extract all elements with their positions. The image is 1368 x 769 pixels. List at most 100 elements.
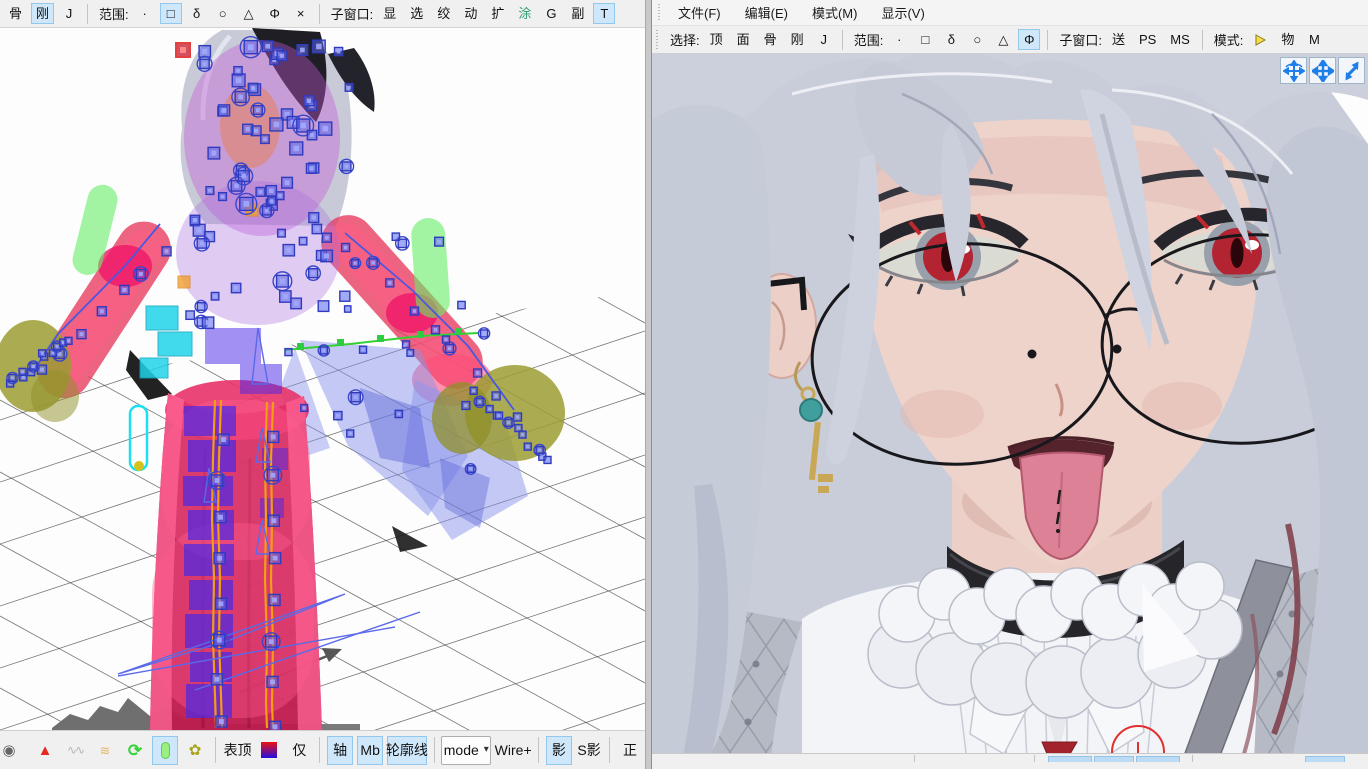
- subwindow-label: 子窗口:: [1059, 30, 1102, 49]
- selected-rigid-body[interactable]: [176, 43, 190, 57]
- select-joint-button[interactable]: J: [813, 29, 835, 50]
- subwindow-send-button[interactable]: 送: [1107, 29, 1130, 50]
- menu-mode[interactable]: 模式(M): [800, 0, 870, 25]
- m-button[interactable]: M: [1303, 29, 1325, 50]
- select-vertex-button[interactable]: 顶: [705, 29, 728, 50]
- subwindow-paint-button[interactable]: 涂: [513, 3, 536, 24]
- partial-button[interactable]: [1048, 756, 1092, 762]
- render-3d-viewport[interactable]: [652, 54, 1368, 761]
- partial-button[interactable]: [1094, 756, 1134, 762]
- range-triangle-button[interactable]: △: [238, 3, 260, 24]
- play-icon: [1253, 33, 1267, 47]
- gradient-square-icon: [261, 742, 277, 758]
- range-triangle-button[interactable]: △: [992, 29, 1014, 50]
- range-circle-button[interactable]: ○: [212, 3, 234, 24]
- select-label: 选择:: [670, 30, 700, 49]
- capsule-icon: [161, 742, 170, 759]
- weight-gradient-button[interactable]: [256, 736, 282, 765]
- divider: [434, 737, 435, 763]
- left-top-toolbar: 骨 刚 J 范围: · □ δ ○ △ Φ × 子窗口: 显 选 绞 动 扩 涂…: [0, 0, 645, 28]
- toolbar-grip[interactable]: [656, 30, 660, 49]
- mode-dropdown[interactable]: mode▾: [441, 736, 491, 765]
- subwindow-g-button[interactable]: G: [540, 3, 562, 24]
- refresh-icon[interactable]: ⟳: [122, 736, 148, 765]
- divider: [319, 737, 320, 763]
- range-circle-button[interactable]: ○: [966, 29, 988, 50]
- divider: [87, 4, 88, 24]
- range-point-button[interactable]: ·: [134, 3, 156, 24]
- select-rigid-button[interactable]: 刚: [31, 3, 54, 24]
- subwindow-t-button[interactable]: T: [593, 3, 615, 24]
- wire-plus-button[interactable]: Wire+: [495, 736, 531, 765]
- subwindow-ms-button[interactable]: MS: [1165, 29, 1195, 50]
- pan-view-button[interactable]: [1309, 57, 1336, 84]
- subwindow-display-button[interactable]: 显: [378, 3, 401, 24]
- divider: [842, 30, 843, 50]
- select-bone-button[interactable]: 骨: [759, 29, 782, 50]
- self-shadow-button[interactable]: S影: [576, 736, 602, 765]
- select-face-button[interactable]: 面: [732, 29, 755, 50]
- select-joint-button[interactable]: J: [58, 3, 80, 24]
- hatch-icon[interactable]: ∿∿: [62, 736, 88, 765]
- toolbar-grip[interactable]: [658, 4, 662, 22]
- partial-button[interactable]: [1136, 756, 1180, 762]
- orbit-icon: [1283, 60, 1305, 82]
- subwindow-select-button[interactable]: 选: [405, 3, 428, 24]
- divider: [1047, 30, 1048, 50]
- surface-vertex-button[interactable]: 表顶: [223, 736, 253, 765]
- mb-button[interactable]: Mb: [357, 736, 383, 765]
- range-label: 范围:: [854, 30, 884, 49]
- chevron-down-icon: ▾: [484, 745, 489, 755]
- outline-button[interactable]: 轮廓线: [387, 736, 427, 765]
- range-delta-button[interactable]: δ: [186, 3, 208, 24]
- pmx-editor-screen: 骨 刚 J 范围: · □ δ ○ △ Φ × 子窗口: 显 选 绞 动 扩 涂…: [0, 0, 1368, 769]
- shadow-button[interactable]: 影: [546, 736, 572, 765]
- range-box-button[interactable]: □: [160, 3, 182, 24]
- orbit-view-button[interactable]: [1280, 57, 1307, 84]
- partial-button[interactable]: [1305, 756, 1345, 762]
- subwindow-motion-button[interactable]: 动: [459, 3, 482, 24]
- rig-hatch-icon[interactable]: ≋: [92, 736, 118, 765]
- subwindow-sub-button[interactable]: 副: [566, 3, 589, 24]
- subwindow-label: 子窗口:: [331, 4, 374, 23]
- select-rigid-button[interactable]: 刚: [786, 29, 809, 50]
- divider: [609, 737, 610, 763]
- right-bottom-toolbar-partial: [652, 753, 1368, 761]
- mode-label: 模式:: [1214, 30, 1244, 49]
- play-button[interactable]: [1248, 29, 1272, 50]
- divider: [1202, 30, 1203, 50]
- only-button[interactable]: 仅: [286, 736, 312, 765]
- range-box-button[interactable]: □: [914, 29, 936, 50]
- menu-edit[interactable]: 编辑(E): [733, 0, 800, 25]
- view-window: 文件(F) 编辑(E) 模式(M) 显示(V) 选择: 顶 面 骨 刚 J 范围…: [652, 0, 1368, 769]
- warning-triangle-icon[interactable]: ▲: [32, 736, 58, 765]
- zoom-view-button[interactable]: [1338, 57, 1365, 84]
- divider: [319, 4, 320, 24]
- subwindow-ps-button[interactable]: PS: [1134, 29, 1161, 50]
- zoom-icon: [1341, 60, 1363, 82]
- range-phi-button[interactable]: Φ: [1018, 29, 1040, 50]
- view-nav-buttons: [1280, 57, 1365, 84]
- right-toolbar: 选择: 顶 面 骨 刚 J 范围: · □ δ ○ △ Φ 子窗口: 送 PS …: [652, 25, 1368, 54]
- range-label: 范围:: [99, 4, 129, 23]
- menu-view[interactable]: 显示(V): [869, 0, 936, 25]
- model-overlay-canvas: [0, 28, 645, 730]
- front-view-button[interactable]: 正: [617, 736, 643, 765]
- right-menubar: 文件(F) 编辑(E) 模式(M) 显示(V): [652, 0, 1368, 25]
- range-x-button[interactable]: ×: [290, 3, 312, 24]
- menu-file[interactable]: 文件(F): [666, 0, 733, 25]
- flower-icon[interactable]: ✿: [182, 736, 208, 765]
- physics-button[interactable]: 物: [1276, 29, 1299, 50]
- range-phi-button[interactable]: Φ: [264, 3, 286, 24]
- axis-button[interactable]: 轴: [327, 736, 353, 765]
- subwindow-twist-button[interactable]: 绞: [432, 3, 455, 24]
- record-icon[interactable]: ◉: [2, 736, 28, 765]
- select-bone-button[interactable]: 骨: [4, 3, 27, 24]
- character-model: [0, 28, 565, 730]
- range-point-button[interactable]: ·: [888, 29, 910, 50]
- range-delta-button[interactable]: δ: [940, 29, 962, 50]
- subwindow-extend-button[interactable]: 扩: [486, 3, 509, 24]
- capsule-display-button[interactable]: [152, 736, 178, 765]
- model-3d-viewport[interactable]: [0, 28, 645, 730]
- window-divider[interactable]: [645, 0, 652, 769]
